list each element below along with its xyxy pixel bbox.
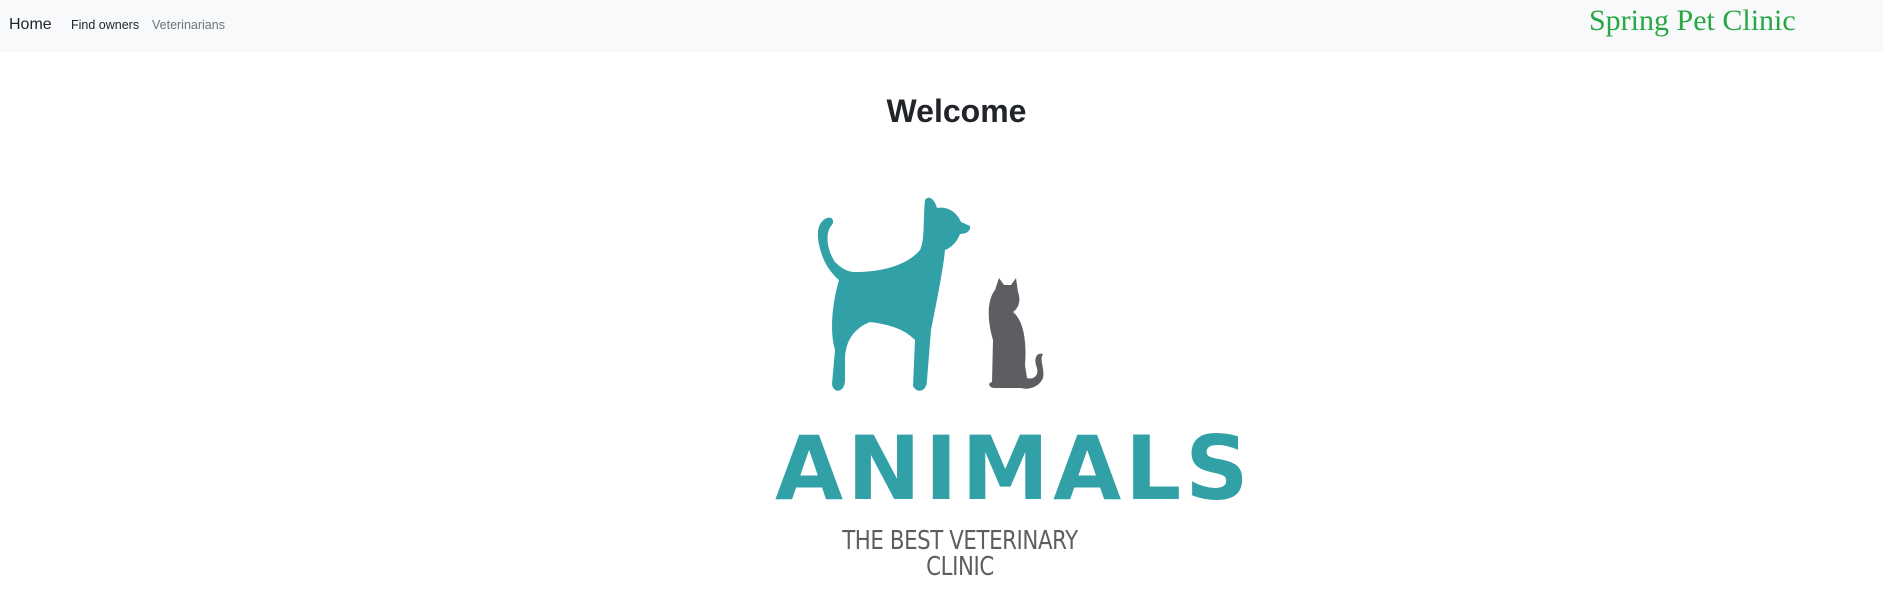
veterinarians-link[interactable]: Veterinarians — [152, 18, 225, 32]
home-link[interactable]: Home — [9, 16, 52, 34]
find-owners-link[interactable]: Find owners — [71, 18, 139, 32]
logo-word: ANIMALS — [775, 417, 1253, 520]
animals-logo: ANIMALS THE BEST VETERINARY CLINIC — [775, 190, 1253, 580]
clinic-title: Spring Pet Clinic — [1589, 4, 1796, 37]
dog-silhouette-icon — [817, 197, 971, 391]
dog-and-cat-icon — [817, 197, 1044, 391]
page-title: Welcome — [886, 93, 1027, 129]
navbar: Home Find owners Veterinarians Spring Pe… — [0, 0, 1883, 52]
logo-tagline: THE BEST VETERINARY CLINIC — [842, 526, 1078, 582]
cat-silhouette-icon — [988, 278, 1044, 389]
